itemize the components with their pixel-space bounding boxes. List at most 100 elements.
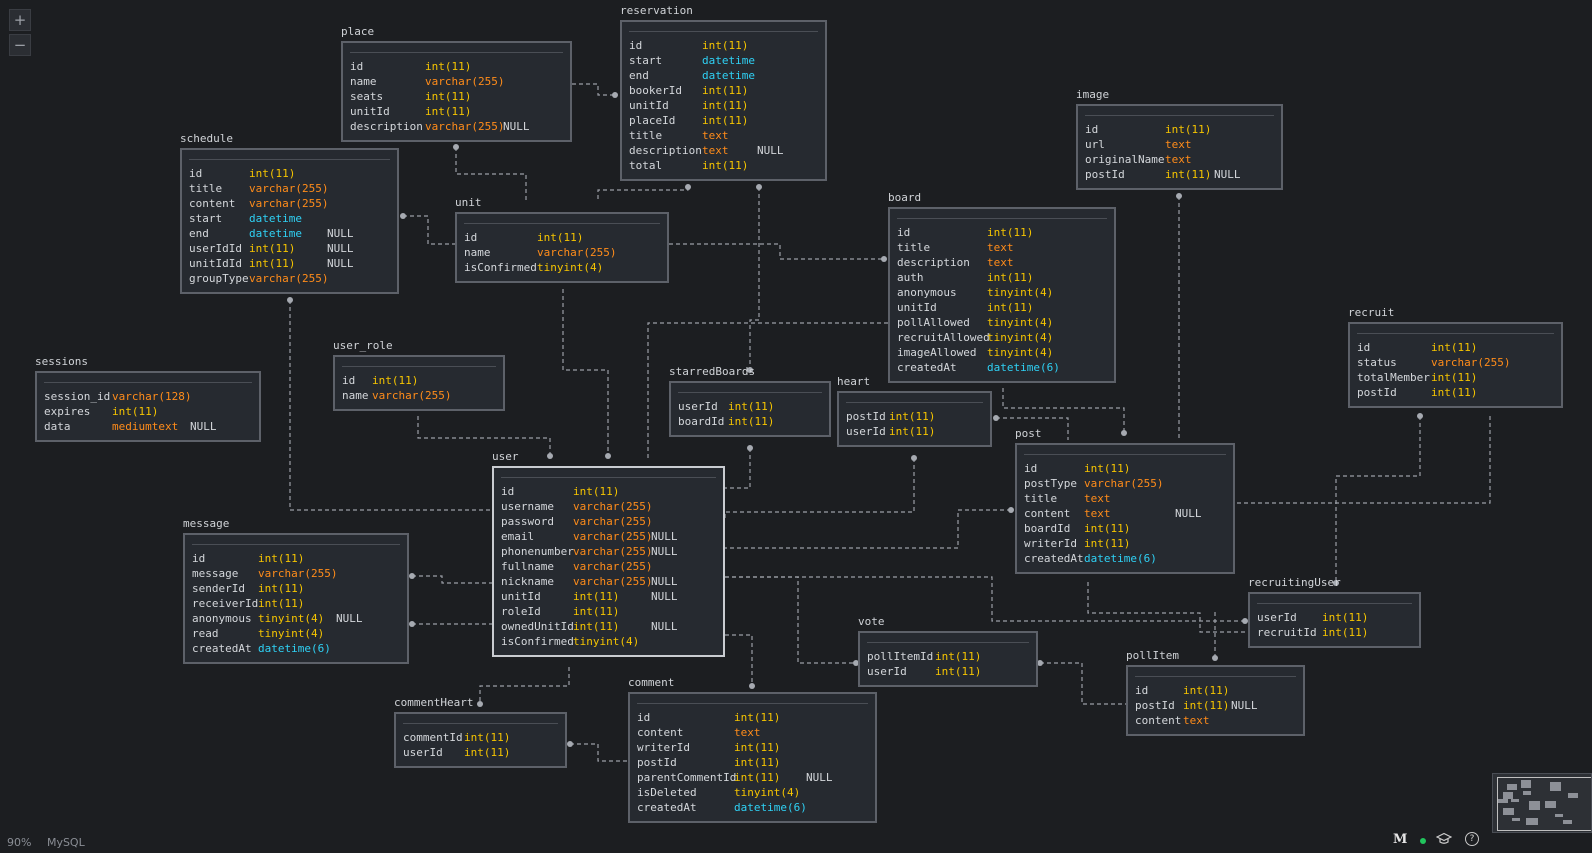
table-body[interactable]: id int(11) status varchar(255) totalMember in… <box>1348 322 1563 408</box>
relation-line[interactable] <box>725 448 751 489</box>
column-row[interactable]: content text NULL <box>1024 506 1226 521</box>
column-row[interactable]: description varchar(255) NULL <box>350 119 563 134</box>
table-title[interactable]: place <box>341 25 374 38</box>
relation-line[interactable] <box>597 187 689 200</box>
relation-endpoint[interactable] <box>605 453 611 459</box>
relation-line[interactable] <box>1040 662 1126 705</box>
table-schedule[interactable]: schedule id int(11) title varchar(255) conten… <box>180 132 399 294</box>
column-row[interactable]: end datetime NULL <box>189 226 390 241</box>
column-row[interactable]: password varchar(255) <box>501 514 716 529</box>
column-row[interactable]: id int(11) <box>1135 683 1296 698</box>
column-row[interactable]: isConfirmed tinyint(4) <box>464 260 660 275</box>
graduation-cap-icon[interactable] <box>1436 832 1452 846</box>
column-row[interactable]: boardId int(11) <box>678 414 822 429</box>
relation-endpoint[interactable] <box>1008 507 1014 513</box>
column-row[interactable]: postId int(11) <box>1357 385 1554 400</box>
table-title[interactable]: image <box>1076 88 1109 101</box>
table-body[interactable]: pollItemId int(11) userId int(11) <box>858 631 1038 687</box>
table-unit[interactable]: unit id int(11) name varchar(255) isConfirmed… <box>455 196 669 283</box>
column-row[interactable]: id int(11) <box>1024 461 1226 476</box>
table-pollItem[interactable]: pollItem id int(11) postId int(11) NULL conten… <box>1126 649 1305 736</box>
table-recruit[interactable]: recruit id int(11) status varchar(255) totalM… <box>1348 306 1563 408</box>
table-body[interactable]: id int(11) message varchar(255) senderId int(… <box>183 533 409 664</box>
relation-endpoint[interactable] <box>993 415 999 421</box>
table-user_role[interactable]: user_role id int(11) name varchar(255) <box>333 339 505 411</box>
relation-line[interactable] <box>749 187 760 370</box>
column-row[interactable]: unitId int(11) <box>897 300 1107 315</box>
table-board[interactable]: board id int(11) title text description text au… <box>888 191 1116 383</box>
column-row[interactable]: createdAt datetime(6) <box>637 800 868 815</box>
column-row[interactable]: groupType varchar(255) <box>189 271 390 286</box>
column-row[interactable]: id int(11) <box>342 373 496 388</box>
table-user[interactable]: user id int(11) username varchar(255) passwor… <box>492 450 725 657</box>
relation-endpoint[interactable] <box>409 573 415 579</box>
table-body[interactable]: session_id varchar(128) expires int(11) data… <box>35 371 261 442</box>
column-row[interactable]: name varchar(255) <box>342 388 496 403</box>
relation-endpoint[interactable] <box>477 701 483 707</box>
table-heart[interactable]: heart postId int(11) userId int(11) <box>837 375 992 447</box>
column-row[interactable]: description text <box>897 255 1107 270</box>
column-row[interactable]: originalName text <box>1085 152 1274 167</box>
table-title[interactable]: heart <box>837 375 870 388</box>
column-row[interactable]: createdAt datetime(6) <box>1024 551 1226 566</box>
relation-line[interactable] <box>1335 416 1421 583</box>
relation-line[interactable] <box>412 575 492 584</box>
relation-endpoint[interactable] <box>612 92 618 98</box>
column-row[interactable]: pollAllowed tinyint(4) <box>897 315 1107 330</box>
column-row[interactable]: createdAt datetime(6) <box>192 641 400 656</box>
zoom-in-button[interactable]: + <box>9 9 31 31</box>
column-row[interactable]: nickname varchar(255) NULL <box>501 574 716 589</box>
table-post[interactable]: post id int(11) postType varchar(255) title te… <box>1015 427 1235 574</box>
table-body[interactable]: id int(11) postId int(11) NULL content text <box>1126 665 1305 736</box>
table-title[interactable]: comment <box>628 676 674 689</box>
column-row[interactable]: ownedUnitId int(11) NULL <box>501 619 716 634</box>
table-body[interactable]: userId int(11) boardId int(11) <box>669 381 831 437</box>
table-title[interactable]: pollItem <box>1126 649 1179 662</box>
relation-line[interactable] <box>724 458 915 520</box>
column-row[interactable]: status varchar(255) <box>1357 355 1554 370</box>
column-row[interactable]: senderId int(11) <box>192 581 400 596</box>
column-row[interactable]: unitId int(11) <box>350 104 563 119</box>
brand-logo-icon[interactable]: M <box>1393 832 1407 847</box>
column-row[interactable]: seats int(11) <box>350 89 563 104</box>
relation-endpoint[interactable] <box>1417 413 1423 419</box>
table-starredBoards[interactable]: starredBoards userId int(11) boardId int(11) <box>669 365 831 437</box>
table-commentHeart[interactable]: commentHeart commentId int(11) userId int(11… <box>394 696 567 768</box>
table-title[interactable]: commentHeart <box>394 696 473 709</box>
table-body[interactable]: postId int(11) userId int(11) <box>837 391 992 447</box>
table-recruitingUser[interactable]: recruitingUser userId int(11) recruitId int(… <box>1248 576 1421 648</box>
relation-line[interactable] <box>572 83 615 96</box>
table-title[interactable]: unit <box>455 196 482 209</box>
column-row[interactable]: isDeleted tinyint(4) <box>637 785 868 800</box>
column-row[interactable]: roleId int(11) <box>501 604 716 619</box>
table-vote[interactable]: vote pollItemId int(11) userId int(11) <box>858 615 1038 687</box>
column-row[interactable]: id int(11) <box>637 710 868 725</box>
table-body[interactable]: userId int(11) recruitId int(11) <box>1248 592 1421 648</box>
relation-line[interactable] <box>1235 416 1491 504</box>
column-row[interactable]: id int(11) <box>1357 340 1554 355</box>
column-row[interactable]: email varchar(255) NULL <box>501 529 716 544</box>
column-row[interactable]: fullname varchar(255) <box>501 559 716 574</box>
table-title[interactable]: post <box>1015 427 1042 440</box>
table-title[interactable]: starredBoards <box>669 365 755 378</box>
column-row[interactable]: content text <box>637 725 868 740</box>
zoom-out-button[interactable]: − <box>9 34 31 56</box>
column-row[interactable]: placeId int(11) <box>629 113 818 128</box>
column-row[interactable]: data mediumtext NULL <box>44 419 252 434</box>
column-row[interactable]: anonymous tinyint(4) NULL <box>192 611 400 626</box>
relation-line[interactable] <box>562 289 609 456</box>
relation-line[interactable] <box>455 147 527 200</box>
relation-line[interactable] <box>417 416 551 456</box>
column-row[interactable]: expires int(11) <box>44 404 252 419</box>
column-row[interactable]: postId int(11) NULL <box>1085 167 1274 182</box>
table-title[interactable]: vote <box>858 615 885 628</box>
column-row[interactable]: userId int(11) <box>867 664 1029 679</box>
column-row[interactable]: createdAt datetime(6) <box>897 360 1107 375</box>
column-row[interactable]: message varchar(255) <box>192 566 400 581</box>
column-row[interactable]: postType varchar(255) <box>1024 476 1226 491</box>
column-row[interactable]: description text NULL <box>629 143 818 158</box>
column-row[interactable]: userId int(11) <box>1257 610 1412 625</box>
relation-endpoint[interactable] <box>1121 430 1127 436</box>
table-body[interactable]: id int(11) postType varchar(255) title text co… <box>1015 443 1235 574</box>
table-body[interactable]: id int(11) name varchar(255) isConfirmed tiny… <box>455 212 669 283</box>
